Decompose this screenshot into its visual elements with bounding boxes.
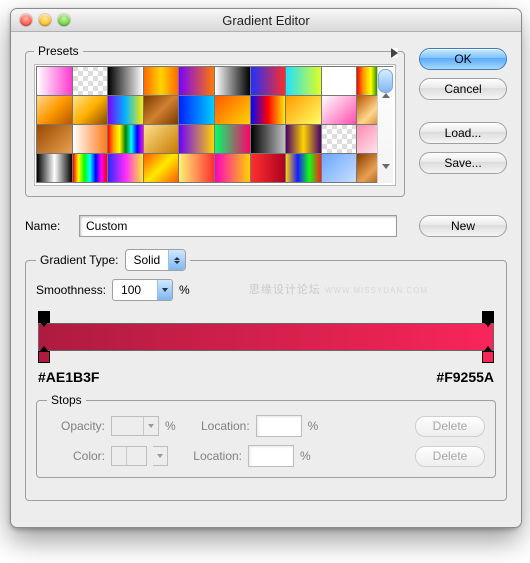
color-label: Color: [47,449,105,463]
color-stop-right[interactable] [482,346,494,363]
opacity-stop-right[interactable] [482,311,494,323]
color-swatch-button [111,446,147,466]
delete-color-button: Delete [415,446,485,467]
preset-swatch[interactable] [72,66,109,96]
preset-swatch[interactable] [107,124,144,154]
preset-swatch[interactable] [178,124,215,154]
gradient-type-value: Solid [126,253,169,267]
ok-button[interactable]: OK [419,48,507,70]
stops-legend: Stops [47,393,86,407]
presets-grid [37,67,393,183]
smoothness-value: 100 [113,280,157,300]
preset-swatch[interactable] [36,66,73,96]
button-column: OK Cancel Load... Save... [419,44,507,174]
gradient-bar[interactable] [38,323,494,351]
preset-swatch[interactable] [72,95,109,125]
presets-menu-icon[interactable] [391,48,398,58]
load-button[interactable]: Load... [419,122,507,144]
preset-swatch[interactable] [143,153,180,183]
close-icon[interactable] [20,14,32,26]
preset-swatch[interactable] [250,95,287,125]
preset-swatch[interactable] [72,124,109,154]
preset-swatch[interactable] [250,66,287,96]
opacity-label: Opacity: [47,419,105,433]
preset-swatch[interactable] [36,124,73,154]
color-stop-left[interactable] [38,346,50,363]
preset-swatch[interactable] [214,153,251,183]
cancel-button[interactable]: Cancel [419,78,507,100]
name-label: Name: [25,219,71,233]
percent-sign: % [308,419,319,433]
preset-swatch[interactable] [214,66,251,96]
select-arrow-icon [168,250,185,270]
scroll-up-icon[interactable] [382,93,390,98]
preset-swatch[interactable] [285,124,322,154]
preset-swatch[interactable] [143,124,180,154]
preset-swatch[interactable] [178,153,215,183]
preset-swatch[interactable] [250,124,287,154]
new-button[interactable]: New [419,215,507,237]
location-label: Location: [190,419,250,433]
color-menu-arrow [153,446,168,466]
right-hex-label: #F9255A [436,369,494,385]
percent-sign: % [179,283,190,297]
opacity-stops-track[interactable] [38,311,494,323]
scroll-down-icon[interactable] [382,164,390,169]
preset-swatch[interactable] [107,66,144,96]
opacity-location-input [256,415,302,437]
left-hex-label: #AE1B3F [38,369,99,385]
gradient-type-label: Gradient Type: [40,253,119,267]
preset-swatch[interactable] [143,95,180,125]
preset-swatch[interactable] [143,66,180,96]
window-title: Gradient Editor [11,13,521,28]
traffic-lights [20,14,70,26]
smoothness-stepper[interactable]: 100 [112,279,173,301]
presets-fieldset: Presets [25,44,405,197]
preset-swatch[interactable] [36,95,73,125]
preset-swatch[interactable] [72,153,109,183]
preset-swatch[interactable] [285,95,322,125]
preset-swatch[interactable] [321,124,358,154]
opacity-stop-left[interactable] [38,311,50,323]
preset-swatch[interactable] [285,66,322,96]
preset-swatch[interactable] [321,66,358,96]
name-input[interactable] [79,215,397,237]
minimize-icon[interactable] [39,14,51,26]
opacity-value-select [111,416,159,436]
stepper-arrow-icon[interactable] [157,280,172,300]
preset-swatch[interactable] [178,95,215,125]
percent-sign: % [300,449,311,463]
presets-legend: Presets [34,44,83,58]
preset-swatch[interactable] [214,124,251,154]
preset-swatch[interactable] [36,153,73,183]
delete-opacity-button: Delete [415,416,485,437]
percent-sign: % [165,419,176,433]
color-stops-track[interactable] [38,351,494,363]
presets-scrollbar[interactable] [377,67,393,183]
gradient-type-select[interactable]: Solid [125,249,187,271]
preset-swatch[interactable] [178,66,215,96]
preset-swatch[interactable] [107,95,144,125]
gradient-type-fieldset: Gradient Type: Solid 思缘设计论坛 WWW.MISSYUAN… [25,249,507,501]
preset-swatch[interactable] [107,153,144,183]
presets-well [34,64,396,186]
scrollbar-thumb[interactable] [378,69,393,93]
gradient-editor-window: Gradient Editor Presets OK Cancel [10,8,522,528]
preset-swatch[interactable] [321,95,358,125]
smoothness-label: Smoothness: [36,283,106,297]
preset-swatch[interactable] [285,153,322,183]
zoom-icon[interactable] [58,14,70,26]
preset-swatch[interactable] [214,95,251,125]
save-button[interactable]: Save... [419,152,507,174]
color-location-input [248,445,294,467]
preset-swatch[interactable] [250,153,287,183]
location-label: Location: [182,449,242,463]
stops-fieldset: Stops Opacity: % Location: % Delete Colo… [36,393,496,478]
preset-swatch[interactable] [321,153,358,183]
titlebar: Gradient Editor [11,9,521,32]
